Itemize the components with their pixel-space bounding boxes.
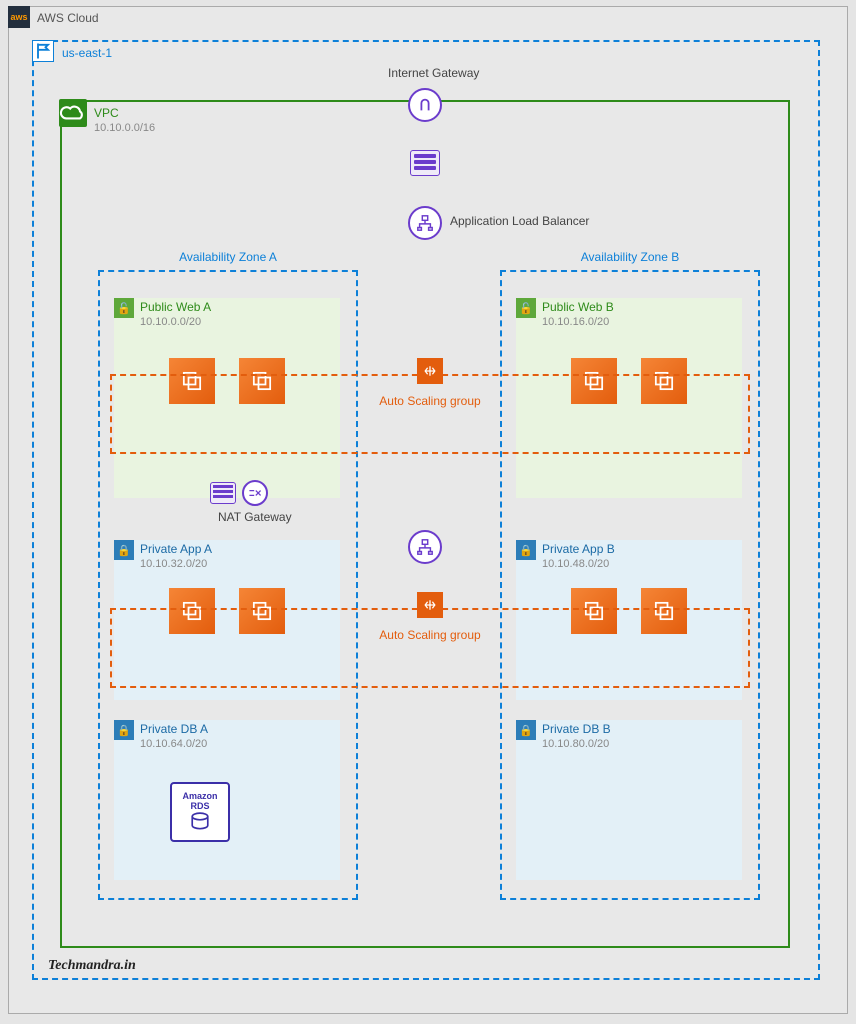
lock-icon: 🔒 <box>516 540 536 560</box>
elastic-ip-icon <box>210 482 236 504</box>
subnet-title: Private App B <box>542 542 615 556</box>
asg-label: Auto Scaling group <box>375 628 484 642</box>
auto-scaling-icon <box>417 592 443 618</box>
subnet-cidr: 10.10.32.0/20 <box>140 558 207 570</box>
lock-icon: 🔓 <box>114 298 134 318</box>
subnet-cidr: 10.10.80.0/20 <box>542 738 609 750</box>
subnet-title: Public Web B <box>542 300 614 314</box>
auto-scaling-group-app: Auto Scaling group <box>110 608 750 688</box>
subnet-cidr: 10.10.48.0/20 <box>542 558 609 570</box>
asg-label: Auto Scaling group <box>375 394 484 408</box>
vpc-title: VPC <box>94 106 119 120</box>
subnet-title: Private DB A <box>140 722 208 736</box>
auto-scaling-group-web: Auto Scaling group <box>110 374 750 454</box>
amazon-rds-icon: AmazonRDS <box>170 782 230 842</box>
lock-icon: 🔒 <box>114 720 134 740</box>
subnet-private-db-b: 🔒 Private DB B 10.10.80.0/20 <box>516 720 742 880</box>
lock-icon: 🔓 <box>516 298 536 318</box>
security-group-icon <box>410 150 440 176</box>
vpc-cidr: 10.10.0.0/16 <box>94 122 155 134</box>
lock-icon: 🔒 <box>114 540 134 560</box>
region-name: us-east-1 <box>62 46 112 60</box>
nat-gateway-label: NAT Gateway <box>218 510 292 524</box>
internet-gateway-icon <box>408 88 442 122</box>
auto-scaling-icon <box>417 358 443 384</box>
subnet-title: Private DB B <box>542 722 611 736</box>
nat-gateway-icon <box>242 480 268 506</box>
subnet-cidr: 10.10.16.0/20 <box>542 316 609 328</box>
az-b-title: Availability Zone B <box>502 250 758 264</box>
vpc-cloud-icon <box>59 99 87 127</box>
alb-label: Application Load Balancer <box>450 214 589 228</box>
watermark-text: Techmandra.in <box>48 958 136 974</box>
application-load-balancer-icon <box>408 206 442 240</box>
aws-logo-icon: aws <box>8 6 30 28</box>
aws-cloud-title: AWS Cloud <box>37 11 99 25</box>
subnet-cidr: 10.10.64.0/20 <box>140 738 207 750</box>
lock-icon: 🔒 <box>516 720 536 740</box>
internet-gateway-label: Internet Gateway <box>388 66 479 80</box>
subnet-title: Private App A <box>140 542 212 556</box>
az-a-title: Availability Zone A <box>100 250 356 264</box>
internal-load-balancer-icon <box>408 530 442 564</box>
nat-gateway-group <box>210 480 268 506</box>
subnet-title: Public Web A <box>140 300 211 314</box>
diagram-canvas: aws AWS Cloud us-east-1 VPC 10.10.0.0/16… <box>0 0 856 1024</box>
region-flag-icon <box>32 40 54 62</box>
subnet-cidr: 10.10.0.0/20 <box>140 316 201 328</box>
